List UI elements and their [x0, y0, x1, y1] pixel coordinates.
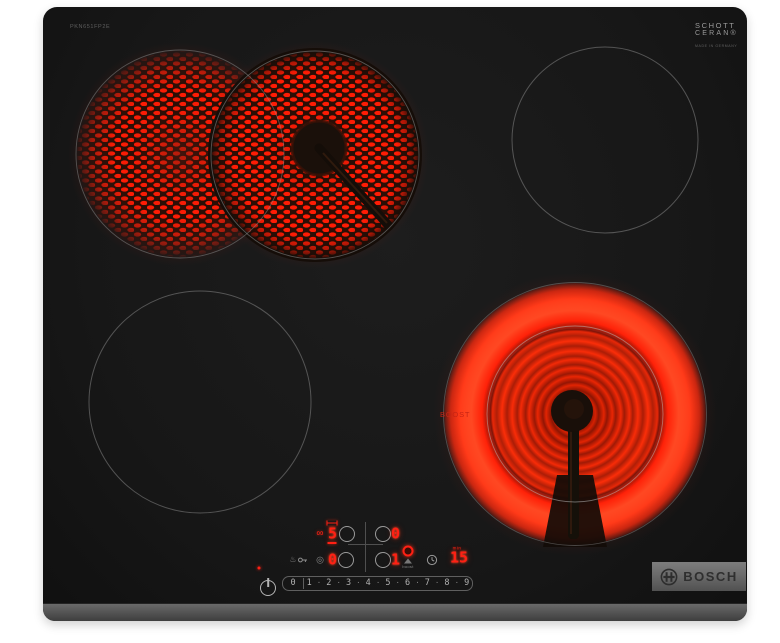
power-level-slider[interactable]: 0 1 · 2 · 3 · 4 · 5 · 6 · 7 · 8 · 9 [282, 576, 473, 591]
boost-key-label: boost [402, 565, 413, 569]
slider-levels[interactable]: 1 · 2 · 3 · 4 · 5 · 6 · 7 · 8 · 9 [304, 578, 472, 589]
burner-front-left [89, 291, 311, 513]
back-right-zone-select-key[interactable] [375, 526, 391, 542]
burner-back-right [512, 47, 698, 233]
zone-divider-vertical [365, 522, 366, 572]
bosch-wordmark: BOSCH [683, 569, 737, 584]
slider-separator: · [356, 578, 360, 589]
slider-separator: · [396, 578, 400, 589]
slider-level[interactable]: 3 [346, 578, 351, 589]
schott-ceran-logo: SCHOTT CERAN® MADE IN GERMANY [695, 21, 738, 49]
slider-level[interactable]: 2 [326, 578, 331, 589]
slider-separator: · [415, 578, 419, 589]
dual-oval-zone-icon: ∞ [316, 529, 323, 539]
boost-key-triangle-icon[interactable] [404, 559, 412, 564]
burner-back-left-dual [68, 41, 429, 269]
slider-level[interactable]: 4 [366, 578, 371, 589]
power-button[interactable] [260, 580, 276, 596]
slider-level[interactable]: 1 [307, 578, 312, 589]
slider-separator: · [337, 578, 341, 589]
back-right-level-display: 0 [391, 527, 399, 542]
glass-logo-subtext: MADE IN GERMANY [695, 44, 738, 48]
zone-divider-horizontal [348, 544, 383, 545]
slider-level-0[interactable]: 0 [283, 578, 304, 589]
slider-level[interactable]: 9 [464, 578, 469, 589]
ring-select-key[interactable]: ◎ [316, 556, 324, 565]
timer-clock-key[interactable] [427, 555, 438, 566]
power-on-indicator [258, 567, 261, 570]
control-panel: ∞ 5 0 ♨ ◎ 0 1 boost min 15 [243, 512, 493, 602]
slider-separator: · [317, 578, 321, 589]
front-bevel-edge [43, 603, 747, 621]
slider-level[interactable]: 6 [405, 578, 410, 589]
front-right-level-display: 1 [391, 553, 399, 568]
bosch-armature-icon [660, 568, 678, 586]
ceran-line: CERAN® [695, 30, 738, 39]
slider-level[interactable]: 7 [425, 578, 430, 589]
slider-separator: · [435, 578, 439, 589]
boost-zone-print: BOOST [440, 410, 470, 419]
front-left-level-display: 0 [328, 553, 336, 568]
schott-line: SCHOTT [695, 21, 738, 30]
back-left-level-display: 5 [328, 527, 336, 542]
front-right-zone-select-key[interactable] [375, 552, 391, 568]
back-left-zone-select-key[interactable] [339, 526, 355, 542]
model-number: PKN651FP2E [70, 24, 110, 30]
timer-display: 15 [450, 551, 468, 566]
back-left-level-underline [328, 542, 337, 544]
slider-separator: · [455, 578, 459, 589]
clean-lock-flame-icon[interactable]: ♨ [289, 556, 296, 564]
slider-level[interactable]: 8 [444, 578, 449, 589]
front-left-zone-select-key[interactable] [338, 552, 354, 568]
slider-separator: · [376, 578, 380, 589]
cooktop-surface: BOOST PKN651FP2E SCHOTT CERAN® MADE IN G… [43, 7, 747, 621]
boost-active-indicator [403, 546, 414, 557]
key-icon [298, 557, 308, 563]
bosch-badge: BOSCH [652, 562, 746, 591]
slider-level[interactable]: 5 [385, 578, 390, 589]
